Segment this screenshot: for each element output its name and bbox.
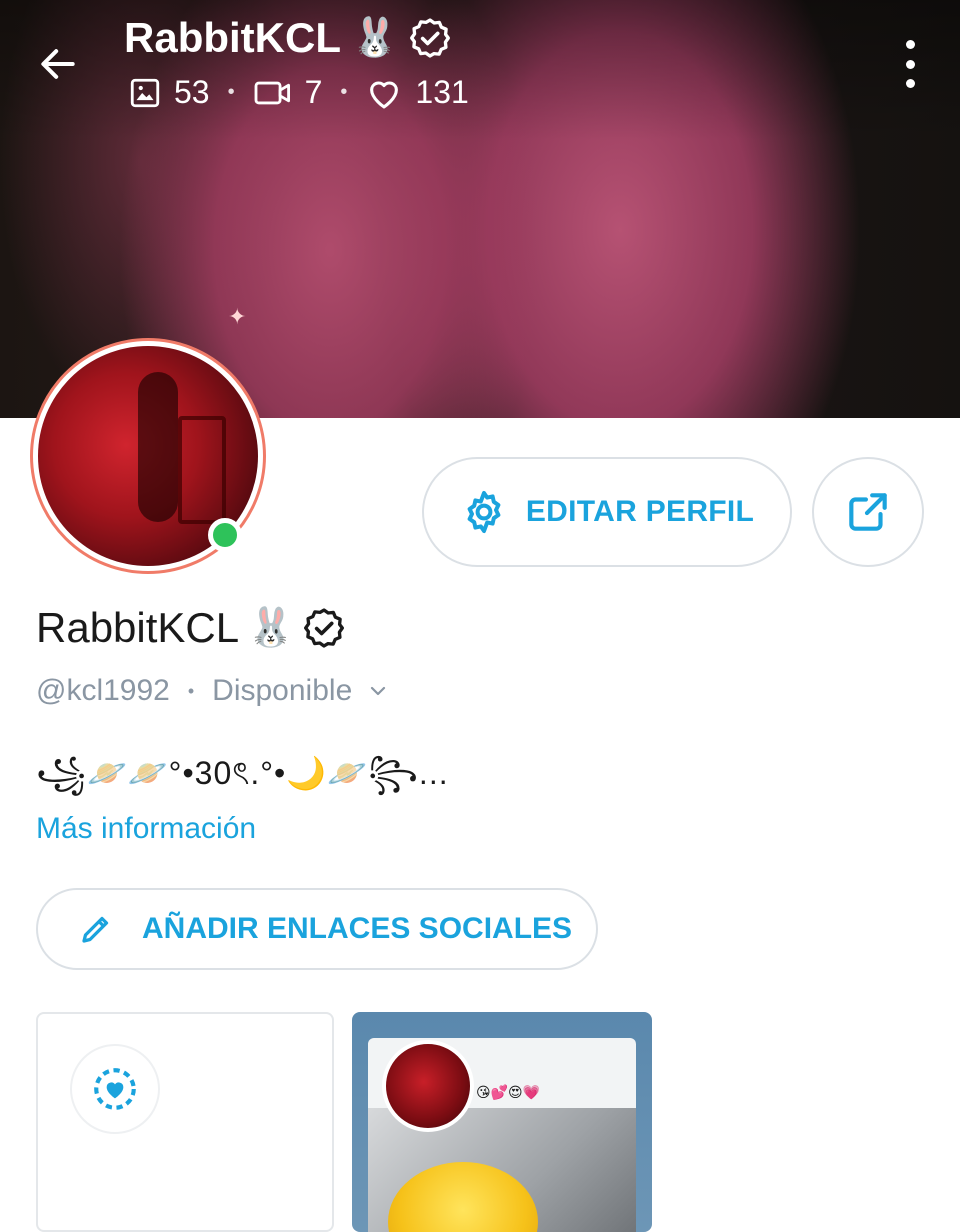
story-card[interactable]: 😘💕😍💗 (352, 1012, 652, 1232)
more-info-link[interactable]: Más información (36, 812, 256, 846)
stat-photos[interactable]: 53 (128, 74, 210, 111)
more-options-button[interactable] (890, 40, 930, 88)
chevron-down-icon (371, 686, 386, 696)
display-name-text: RabbitKCL (36, 604, 240, 651)
gear-icon (467, 491, 501, 533)
availability-status: Disponible (212, 674, 353, 707)
pencil-icon (82, 916, 109, 943)
heart-circle-icon (94, 1068, 136, 1110)
video-icon (254, 81, 290, 104)
profile-display-name: RabbitKCL 🐰 (36, 604, 346, 652)
stat-separator: • (227, 81, 235, 103)
header-stats: 53 • 7 • 131 (128, 74, 469, 111)
add-social-links-button[interactable]: AÑADIR ENLACES SOCIALES (36, 888, 598, 970)
heart-icon (370, 80, 399, 108)
story-ring (70, 1044, 160, 1134)
profile-meta: @kcl1992 • Disponible (36, 674, 390, 708)
stat-videos[interactable]: 7 (253, 74, 323, 111)
top-bar: RabbitKCL 🐰 53 • 7 • 131 (0, 0, 960, 130)
sparkle-icon: ✦ (228, 304, 247, 329)
stat-videos-count: 7 (304, 74, 323, 110)
header-name-emoji: 🐰 (350, 17, 399, 59)
verified-badge-icon (410, 18, 451, 58)
stat-likes-count: 131 (415, 74, 469, 110)
add-social-links-label: AÑADIR ENLACES SOCIALES (142, 912, 573, 945)
stat-photos-count: 53 (174, 74, 210, 110)
username: @kcl1992 (36, 674, 170, 707)
display-name-emoji: 🐰 (247, 607, 295, 649)
share-button[interactable] (812, 457, 924, 567)
profile-bio: ꧁🪐🪐°•30ৎ.°•🌙🪐꧂... (36, 755, 449, 791)
back-button[interactable] (30, 36, 86, 92)
share-icon (849, 493, 887, 531)
verified-badge-icon (304, 608, 345, 648)
story-avatar (382, 1040, 474, 1132)
meta-separator: • (187, 680, 195, 701)
edit-profile-label: EDITAR PERFIL (525, 495, 755, 528)
stat-likes[interactable]: 131 (365, 74, 469, 111)
header-name: RabbitKCL (124, 14, 341, 61)
story-emojis: 😘💕😍💗 (476, 1084, 541, 1100)
availability-dropdown[interactable]: Disponible (212, 674, 390, 708)
header-title: RabbitKCL 🐰 (124, 14, 452, 62)
back-arrow-icon (41, 49, 75, 79)
stat-separator: • (340, 81, 348, 103)
online-status-dot (208, 518, 242, 552)
edit-profile-button[interactable]: EDITAR PERFIL (422, 457, 792, 567)
more-vertical-icon (905, 40, 915, 49)
story-add-card[interactable] (36, 1012, 334, 1232)
image-icon (130, 78, 160, 107)
